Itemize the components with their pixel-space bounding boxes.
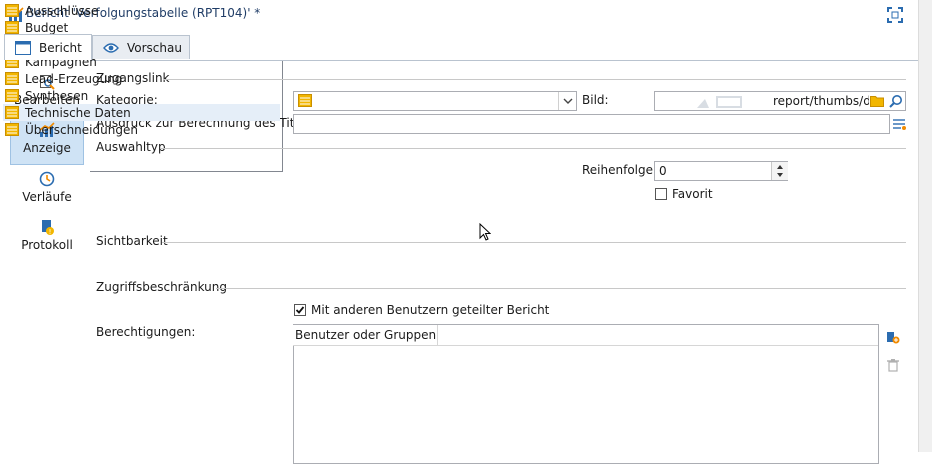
log-icon: ! [39, 219, 55, 235]
shared-report-checkbox[interactable] [294, 304, 306, 316]
permissions-table-header: Benutzer oder Gruppen [293, 325, 878, 346]
permissions-label: Berechtigungen: [96, 325, 196, 339]
folder-list-icon [298, 94, 312, 107]
mouse-cursor-icon [479, 223, 491, 242]
column-divider [437, 325, 438, 345]
dropdown-option-label: Ausschlüsse [25, 3, 99, 18]
dropdown-option-label: Technische Daten [25, 105, 131, 120]
dropdown-option[interactable]: Ausschlüsse [3, 2, 280, 19]
favorite-checkbox[interactable] [655, 188, 667, 200]
section-visibility: Sichtbarkeit [96, 234, 168, 248]
nav-item-label: Anzeige [23, 141, 71, 155]
title-expression-field[interactable] [293, 114, 890, 134]
section-divider [160, 148, 906, 149]
order-stepper[interactable]: 0 [654, 161, 788, 181]
add-permission-icon[interactable] [886, 330, 900, 344]
order-value: 0 [659, 164, 667, 178]
folder-list-icon [5, 21, 19, 34]
folder-list-icon [5, 89, 19, 102]
thumbnail-preview-icon [695, 95, 745, 109]
vertical-scrollbar[interactable] [918, 0, 932, 452]
folder-list-icon [5, 72, 19, 85]
tab-report-label: Bericht [39, 40, 82, 55]
dropdown-option[interactable]: Lead-Erzeugung [3, 70, 280, 87]
dropdown-option[interactable]: Technische Daten [3, 104, 280, 121]
image-path-value: report/thumbs/de [773, 94, 869, 108]
svg-text:!: ! [49, 228, 52, 235]
dropdown-option-label: Lead-Erzeugung [25, 71, 123, 86]
section-selection-type: Auswahltyp [96, 140, 166, 154]
favorite-label: Favorit [672, 187, 713, 201]
history-icon [39, 171, 55, 187]
dropdown-option-label: Überschneidungen [25, 122, 138, 137]
section-access-restriction: Zugriffsbeschränkung [96, 280, 227, 294]
section-divider [162, 242, 906, 243]
maximize-icon[interactable] [887, 7, 903, 23]
dropdown-option[interactable]: Synthesen [3, 87, 280, 104]
tab-report[interactable]: Bericht [4, 34, 92, 60]
section-divider [216, 288, 906, 289]
chevron-down-icon[interactable] [558, 92, 577, 110]
expression-editor-icon[interactable] [892, 117, 906, 131]
folder-list-icon [5, 123, 19, 136]
nav-item-label: Protokoll [21, 238, 73, 252]
nav-item-history[interactable]: Verläufe [10, 167, 84, 213]
folder-icon[interactable] [870, 94, 884, 107]
category-select[interactable] [293, 91, 577, 111]
trash-icon[interactable] [886, 358, 900, 372]
column-users-or-groups[interactable]: Benutzer oder Gruppen [295, 328, 436, 342]
folder-list-icon [5, 106, 19, 119]
image-label: Bild: [582, 93, 609, 107]
image-field[interactable]: report/thumbs/de [654, 91, 906, 111]
stepper-down-icon[interactable] [771, 171, 788, 180]
dropdown-option[interactable]: Überschneidungen [3, 121, 280, 138]
shared-report-label: Mit anderen Benutzern geteilter Bericht [311, 303, 550, 317]
report-tab-icon [15, 40, 31, 55]
dropdown-option-label: Budget [25, 20, 69, 35]
nav-item-label: Verläufe [22, 190, 72, 204]
order-label: Reihenfolge: [582, 163, 658, 177]
search-icon[interactable] [889, 94, 903, 108]
folder-list-icon [5, 4, 19, 17]
dropdown-option-label: Synthesen [25, 88, 89, 103]
nav-item-log[interactable]: ! Protokoll [10, 215, 84, 261]
